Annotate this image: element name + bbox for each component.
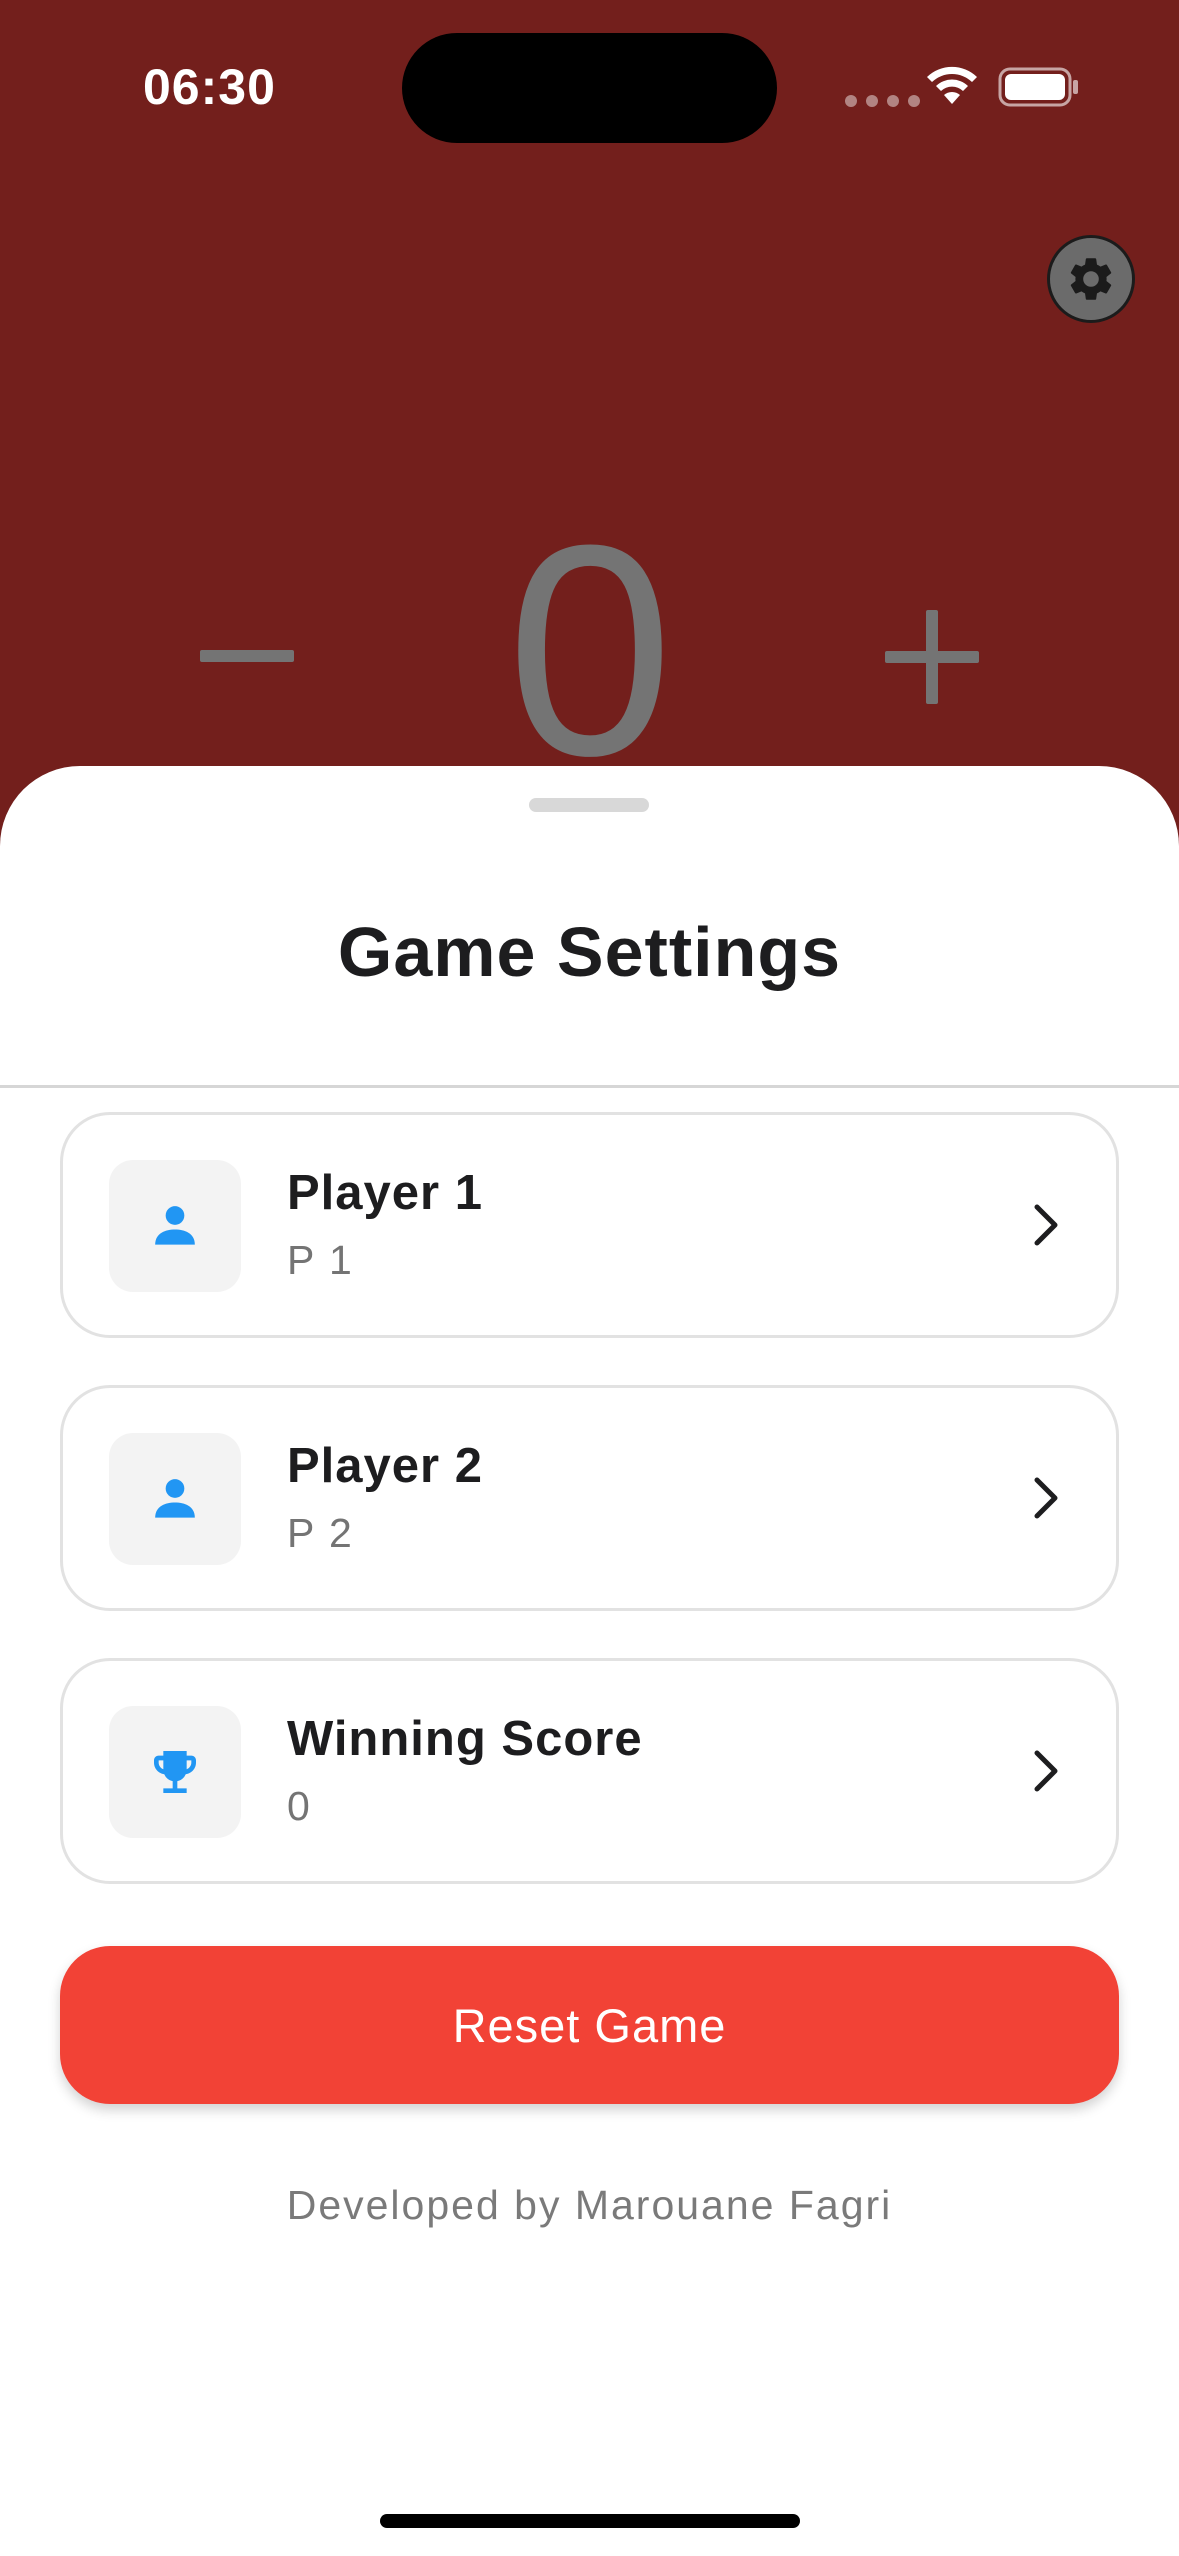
icon-box [109,1433,241,1565]
setting-value: 0 [287,1783,312,1829]
home-indicator[interactable] [380,2514,800,2528]
status-time: 06:30 [143,59,276,115]
increment-button[interactable] [885,610,979,704]
reset-game-button[interactable]: Reset Game [60,1946,1119,2104]
gear-icon [1070,258,1112,300]
chevron-right-icon [1034,1750,1058,1792]
setting-title: Player 1 [287,1166,483,1220]
wifi-icon [927,66,977,104]
setting-player-2[interactable]: Player 2 P 2 [60,1385,1119,1611]
developer-credit: Developed by Marouane Fagri [286,2182,893,2228]
person-icon [155,1206,195,1245]
icon-box [109,1160,241,1292]
settings-sheet: Game Settings Player 1 P 1 Player 2 P 2 … [0,766,1179,2556]
chevron-right-icon [1034,1477,1058,1519]
chevron-right-icon [1034,1204,1058,1246]
divider [0,1085,1179,1088]
setting-title: Winning Score [287,1712,643,1766]
person-icon [155,1479,195,1518]
sheet-title: Game Settings [337,913,842,991]
dynamic-island [402,33,777,143]
decrement-button[interactable] [200,650,294,662]
battery-icon [998,67,1078,107]
trophy-icon [154,1751,196,1793]
setting-title: Player 2 [287,1439,483,1493]
sheet-drag-handle[interactable] [529,798,649,812]
signal-dots-icon [845,95,920,107]
game-screen: 06:30 0 Game Settings Player 1 P 1 Playe… [0,0,1179,2556]
setting-value: P 1 [287,1237,354,1283]
setting-value: P 2 [287,1510,354,1556]
setting-winning-score[interactable]: Winning Score 0 [60,1658,1119,1884]
icon-box [109,1706,241,1838]
settings-button[interactable] [1047,235,1135,323]
setting-player-1[interactable]: Player 1 P 1 [60,1112,1119,1338]
